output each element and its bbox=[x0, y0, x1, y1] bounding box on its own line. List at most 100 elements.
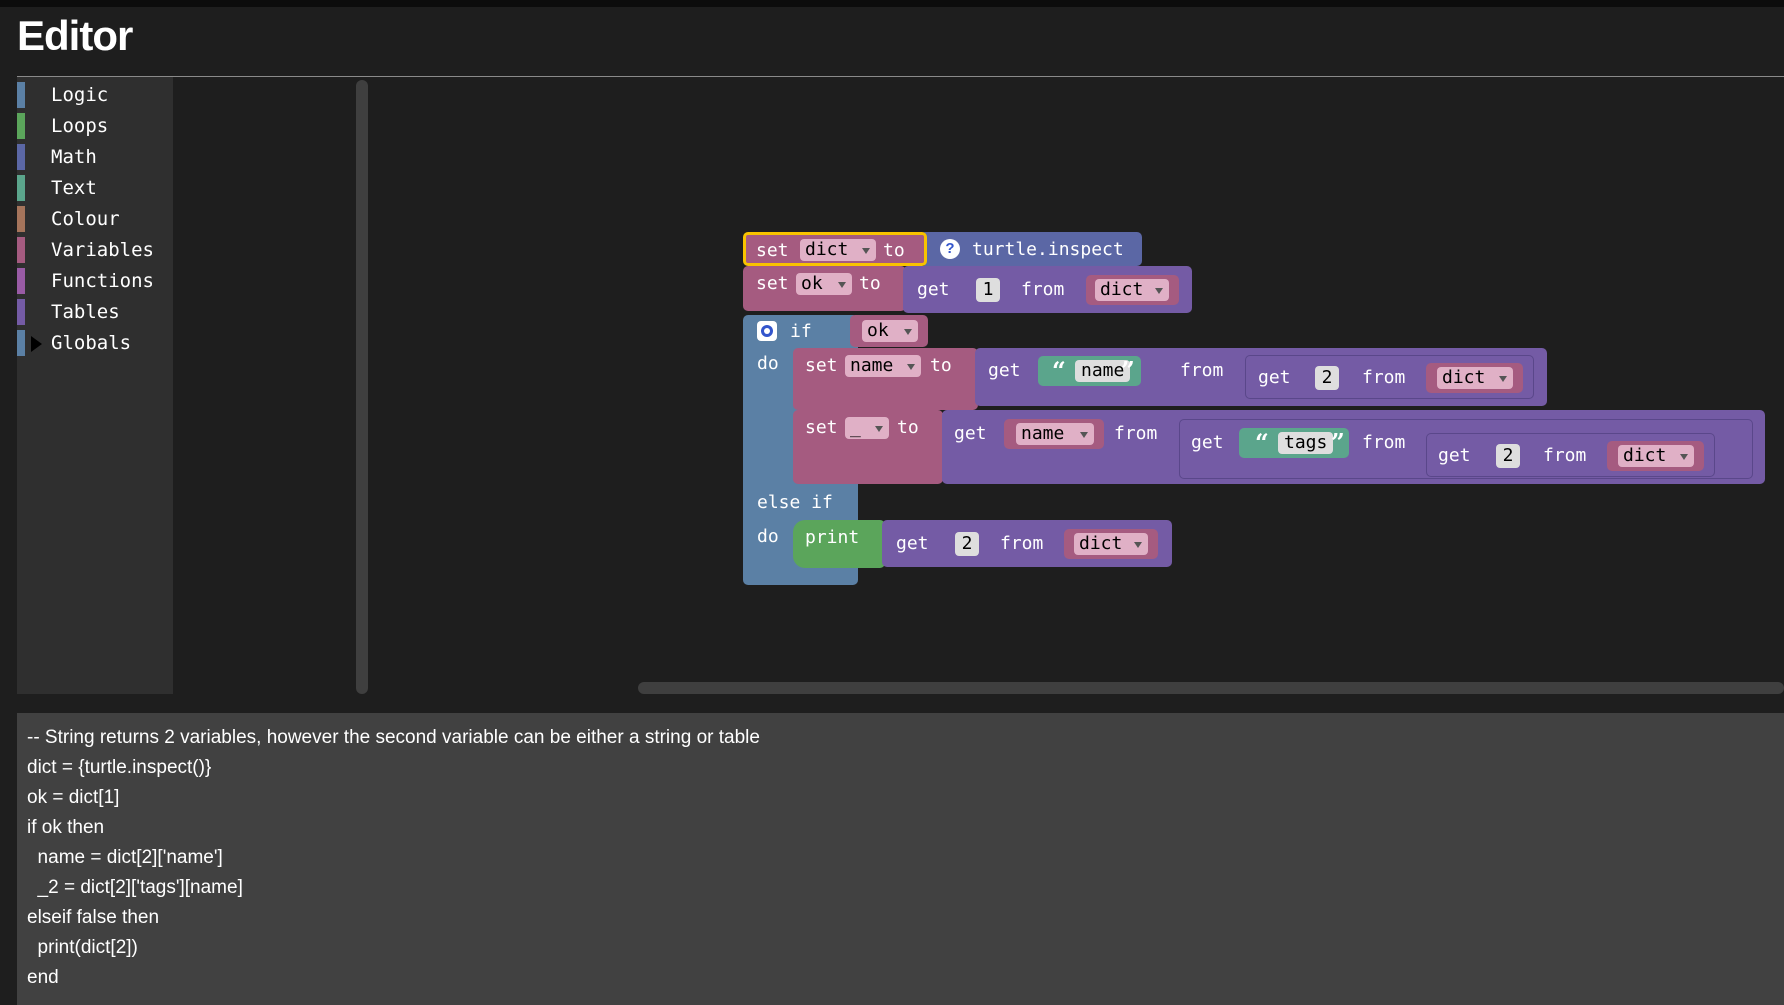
variable-dropdown[interactable]: dict bbox=[1437, 367, 1513, 389]
toolbox-category-functions[interactable]: Functions bbox=[17, 267, 173, 295]
block-text-get: get bbox=[896, 533, 929, 554]
block-text-get: get bbox=[954, 423, 987, 444]
block-text-set: set bbox=[805, 355, 838, 376]
category-color-swatch bbox=[17, 330, 25, 356]
category-label: Globals bbox=[51, 332, 132, 354]
expand-arrow-icon[interactable] bbox=[31, 336, 42, 352]
category-color-swatch bbox=[17, 299, 25, 325]
category-color-swatch bbox=[17, 144, 25, 170]
block-text-get: get bbox=[1191, 432, 1224, 453]
variable-dropdown[interactable]: dict bbox=[1074, 533, 1148, 555]
toolbox-category-variables[interactable]: Variables bbox=[17, 236, 173, 264]
chevron-down-icon bbox=[1499, 376, 1507, 382]
toolbox: Logic Loops Math Text Colour Variables F… bbox=[17, 77, 173, 694]
chevron-down-icon bbox=[1080, 432, 1088, 438]
block-get-from-table[interactable]: get name from get “ tags ” from get 2 fr… bbox=[942, 410, 1765, 484]
toolbox-category-globals[interactable]: Globals bbox=[17, 329, 173, 357]
block-text-print: print bbox=[805, 527, 860, 548]
text-literal-block[interactable]: “ tags ” bbox=[1239, 428, 1349, 458]
variable-dropdown[interactable]: ok bbox=[862, 320, 918, 342]
code-line: name = dict[2]['name'] bbox=[27, 847, 223, 868]
dropdown-value: ok bbox=[801, 273, 823, 294]
code-line: dict = {turtle.inspect()} bbox=[27, 757, 212, 778]
block-get-from-table[interactable]: get “ name ” from get 2 from dict bbox=[975, 348, 1547, 406]
block-set-underscore[interactable]: set _ to bbox=[793, 410, 943, 484]
block-text-from: from bbox=[1180, 360, 1224, 381]
dropdown-value: dict bbox=[1442, 367, 1486, 388]
block-text-from: from bbox=[1362, 367, 1406, 388]
variable-getter-block[interactable]: dict bbox=[1426, 363, 1523, 393]
block-set-dict[interactable]: set dict to bbox=[743, 232, 927, 266]
text-literal-block[interactable]: “ name ” bbox=[1038, 356, 1141, 386]
block-text-from: from bbox=[1114, 423, 1158, 444]
toolbox-category-loops[interactable]: Loops bbox=[17, 112, 173, 140]
category-label: Functions bbox=[51, 270, 154, 292]
block-print[interactable]: print bbox=[793, 520, 885, 568]
toolbox-category-tables[interactable]: Tables bbox=[17, 298, 173, 326]
toolbox-category-logic[interactable]: Logic bbox=[17, 81, 173, 109]
variable-getter-block[interactable]: dict bbox=[1064, 529, 1158, 559]
chevron-down-icon bbox=[1155, 288, 1163, 294]
block-get-from-list[interactable]: get 2 from dict bbox=[1245, 355, 1534, 399]
category-color-swatch bbox=[17, 113, 25, 139]
toolbox-category-math[interactable]: Math bbox=[17, 143, 173, 171]
block-text-get: get bbox=[917, 279, 950, 300]
dropdown-value: dict bbox=[805, 239, 849, 260]
index-number-field[interactable]: 2 bbox=[1496, 444, 1520, 468]
variable-dropdown[interactable]: name bbox=[845, 355, 921, 377]
block-get-from-list[interactable]: get 2 from dict bbox=[1426, 433, 1715, 477]
block-text-to: to bbox=[859, 273, 881, 294]
variable-dropdown[interactable]: name bbox=[1016, 423, 1094, 445]
variable-getter-block[interactable]: dict bbox=[1086, 275, 1179, 305]
text-value-field[interactable]: tags bbox=[1278, 432, 1334, 454]
index-number-field[interactable]: 2 bbox=[955, 532, 979, 556]
variable-dropdown[interactable]: dict bbox=[1095, 279, 1169, 301]
variable-dropdown[interactable]: dict bbox=[1618, 445, 1694, 467]
index-number-field[interactable]: 1 bbox=[976, 278, 1000, 302]
help-icon[interactable]: ? bbox=[940, 239, 960, 259]
block-get-from-table[interactable]: get “ tags ” from get 2 from dict bbox=[1179, 419, 1753, 479]
generated-code-panel: -- String returns 2 variables, however t… bbox=[17, 713, 1784, 1005]
index-number-field[interactable]: 2 bbox=[1315, 366, 1339, 390]
block-text-from: from bbox=[1543, 445, 1587, 466]
block-text-call: turtle.inspect bbox=[972, 239, 1124, 260]
category-label: Tables bbox=[51, 301, 120, 323]
block-turtle-inspect[interactable]: ? turtle.inspect bbox=[920, 232, 1142, 266]
variable-getter-block[interactable]: dict bbox=[1607, 441, 1704, 471]
category-color-swatch bbox=[17, 268, 25, 294]
block-get-from-list[interactable]: get 2 from dict bbox=[882, 520, 1172, 567]
gear-icon[interactable] bbox=[757, 321, 777, 341]
toolbox-category-text[interactable]: Text bbox=[17, 174, 173, 202]
dropdown-value: dict bbox=[1079, 533, 1123, 554]
category-label: Math bbox=[51, 146, 97, 168]
open-quote-icon: “ bbox=[1052, 356, 1066, 385]
variable-getter-block[interactable]: name bbox=[1004, 419, 1104, 449]
block-text-get: get bbox=[1438, 445, 1471, 466]
chevron-down-icon bbox=[838, 282, 846, 288]
variable-dropdown[interactable]: ok bbox=[796, 273, 852, 295]
chevron-down-icon bbox=[904, 329, 912, 335]
block-get-from-list[interactable]: get 1 from dict bbox=[903, 266, 1192, 313]
category-label: Variables bbox=[51, 239, 154, 261]
code-line: ok = dict[1] bbox=[27, 787, 120, 808]
variable-dropdown[interactable]: _ bbox=[845, 417, 889, 439]
block-text-to: to bbox=[883, 240, 905, 261]
block-text-set: set bbox=[756, 240, 789, 261]
toolbox-category-colour[interactable]: Colour bbox=[17, 205, 173, 233]
block-text-get: get bbox=[1258, 367, 1291, 388]
code-line: end bbox=[27, 967, 59, 988]
category-label: Text bbox=[51, 177, 97, 199]
workspace-horizontal-scrollbar[interactable] bbox=[638, 682, 1784, 694]
close-quote-icon: ” bbox=[1331, 428, 1345, 457]
category-color-swatch bbox=[17, 206, 25, 232]
code-line: if ok then bbox=[27, 817, 105, 838]
variable-getter-block[interactable]: ok bbox=[850, 315, 928, 347]
flyout-vertical-scrollbar[interactable] bbox=[356, 80, 368, 694]
chevron-down-icon bbox=[1680, 454, 1688, 460]
block-set-name[interactable]: set name to bbox=[793, 348, 978, 410]
variable-dropdown[interactable]: dict bbox=[800, 239, 876, 261]
dropdown-value: name bbox=[1021, 423, 1065, 444]
block-set-ok[interactable]: set ok to bbox=[743, 266, 906, 311]
category-label: Colour bbox=[51, 208, 120, 230]
dropdown-value: dict bbox=[1623, 445, 1667, 466]
